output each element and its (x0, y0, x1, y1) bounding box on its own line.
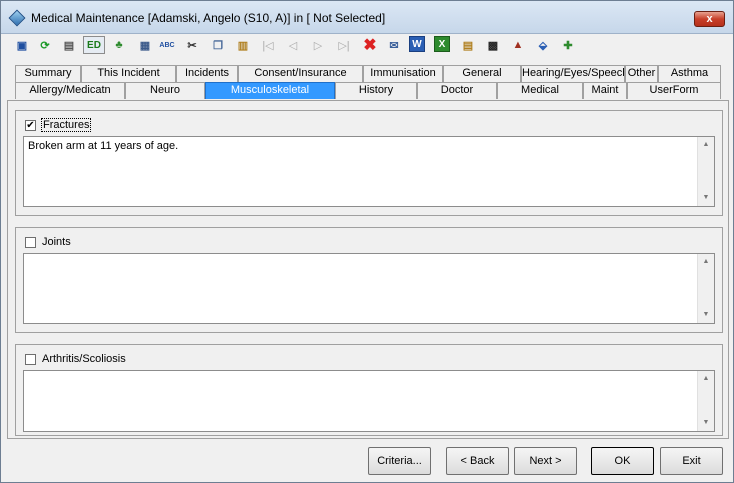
joints-scrollbar[interactable]: ▲ ▼ (697, 254, 714, 323)
scroll-down-icon[interactable]: ▼ (698, 307, 714, 323)
first-record-icon[interactable]: |◁ (259, 36, 277, 54)
arthritis-scoliosis-textarea[interactable]: ▲ ▼ (23, 370, 715, 432)
tab-row-1: Summary This Incident Incidents Consent/… (15, 65, 721, 82)
edit-add-icon[interactable]: ✚ (559, 36, 577, 54)
email-icon[interactable]: ✉ (385, 36, 403, 54)
joints-textarea[interactable]: ▲ ▼ (23, 253, 715, 324)
arthritis-scoliosis-checkbox[interactable] (25, 353, 36, 365)
exit-button[interactable]: Exit (660, 447, 723, 475)
scroll-down-icon[interactable]: ▼ (698, 190, 714, 206)
scroll-up-icon[interactable]: ▲ (698, 254, 714, 270)
tab-musculoskeletal[interactable]: Musculoskeletal (205, 82, 335, 99)
tab-hearing-eyes-speech[interactable]: Hearing/Eyes/Speech (521, 65, 625, 82)
close-button[interactable]: x (694, 11, 725, 27)
word-icon[interactable]: W (409, 36, 425, 52)
tab-medical[interactable]: Medical (497, 82, 583, 99)
joints-label: Joints (42, 236, 71, 248)
next-button[interactable]: Next > (514, 447, 577, 475)
tab-history[interactable]: History (335, 82, 417, 99)
hat-icon[interactable]: ▲ (509, 36, 527, 54)
medical-maintenance-window: Medical Maintenance [Adamski, Angelo (S1… (0, 0, 734, 483)
calculator-icon[interactable]: ▦ (136, 36, 154, 54)
tab-consent-insurance[interactable]: Consent/Insurance (238, 65, 363, 82)
fractures-scrollbar[interactable]: ▲ ▼ (697, 137, 714, 206)
tab-row-2: Allergy/Medicatn Neuro Musculoskeletal H… (15, 82, 721, 99)
ed-icon[interactable]: ED (83, 36, 105, 54)
tab-userform[interactable]: UserForm (627, 82, 721, 99)
musculoskeletal-panel: ✔ Fractures Broken arm at 11 years of ag… (7, 100, 729, 439)
copy-icon[interactable]: ❐ (209, 36, 227, 54)
tab-summary[interactable]: Summary (15, 65, 81, 82)
toolbar: ▣ ⟳ ▤ ED ♣ ▦ ABC ✂ ❐ ▥ |◁ ◁ ▷ ▷| ✖ ✉ W X… (9, 36, 729, 56)
last-record-icon[interactable]: ▷| (335, 36, 353, 54)
arthritis-scoliosis-group: Arthritis/Scoliosis ▲ ▼ (15, 344, 723, 436)
criteria-button[interactable]: Criteria... (368, 447, 431, 475)
tab-allergy-medicatn[interactable]: Allergy/Medicatn (15, 82, 125, 99)
tab-general[interactable]: General (443, 65, 521, 82)
previous-record-icon[interactable]: ◁ (284, 36, 302, 54)
tab-asthma[interactable]: Asthma (658, 65, 721, 82)
tab-incidents[interactable]: Incidents (176, 65, 238, 82)
scroll-up-icon[interactable]: ▲ (698, 371, 714, 387)
cut-icon[interactable]: ✂ (183, 36, 201, 54)
fractures-textarea[interactable]: Broken arm at 11 years of age. ▲ ▼ (23, 136, 715, 207)
fractures-text: Broken arm at 11 years of age. (28, 140, 179, 152)
app-icon (8, 9, 26, 27)
arthritis-scoliosis-label: Arthritis/Scoliosis (42, 353, 126, 365)
joints-group: Joints ▲ ▼ (15, 227, 723, 333)
next-record-icon[interactable]: ▷ (309, 36, 327, 54)
save-icon[interactable]: ▣ (13, 36, 31, 54)
tag-icon[interactable]: ⬙ (534, 36, 552, 54)
clipboard-icon[interactable]: ▤ (459, 36, 477, 54)
refresh-icon[interactable]: ⟳ (36, 36, 54, 54)
window-title: Medical Maintenance [Adamski, Angelo (S1… (31, 11, 386, 25)
film-icon[interactable]: ▩ (484, 36, 502, 54)
scroll-up-icon[interactable]: ▲ (698, 137, 714, 153)
tab-neuro[interactable]: Neuro (125, 82, 205, 99)
title-bar: Medical Maintenance [Adamski, Angelo (S1… (1, 1, 733, 34)
fractures-label: Fractures (41, 118, 92, 132)
delete-icon[interactable]: ✖ (361, 36, 379, 54)
print-icon[interactable]: ▤ (60, 36, 78, 54)
tab-immunisation[interactable]: Immunisation (363, 65, 443, 82)
ok-button[interactable]: OK (591, 447, 654, 475)
arthritis-scoliosis-scrollbar[interactable]: ▲ ▼ (697, 371, 714, 431)
tab-other[interactable]: Other (625, 65, 658, 82)
fractures-group: ✔ Fractures Broken arm at 11 years of ag… (15, 110, 723, 216)
excel-icon[interactable]: X (434, 36, 450, 52)
joints-checkbox[interactable] (25, 236, 36, 248)
tab-maint[interactable]: Maint (583, 82, 627, 99)
back-button[interactable]: < Back (446, 447, 509, 475)
tab-doctor[interactable]: Doctor (417, 82, 497, 99)
spellcheck-icon[interactable]: ABC (158, 36, 176, 54)
fractures-checkbox[interactable]: ✔ (25, 119, 36, 131)
tree-icon[interactable]: ♣ (110, 36, 128, 54)
tab-this-incident[interactable]: This Incident (81, 65, 176, 82)
scroll-down-icon[interactable]: ▼ (698, 415, 714, 431)
paste-icon[interactable]: ▥ (234, 36, 252, 54)
